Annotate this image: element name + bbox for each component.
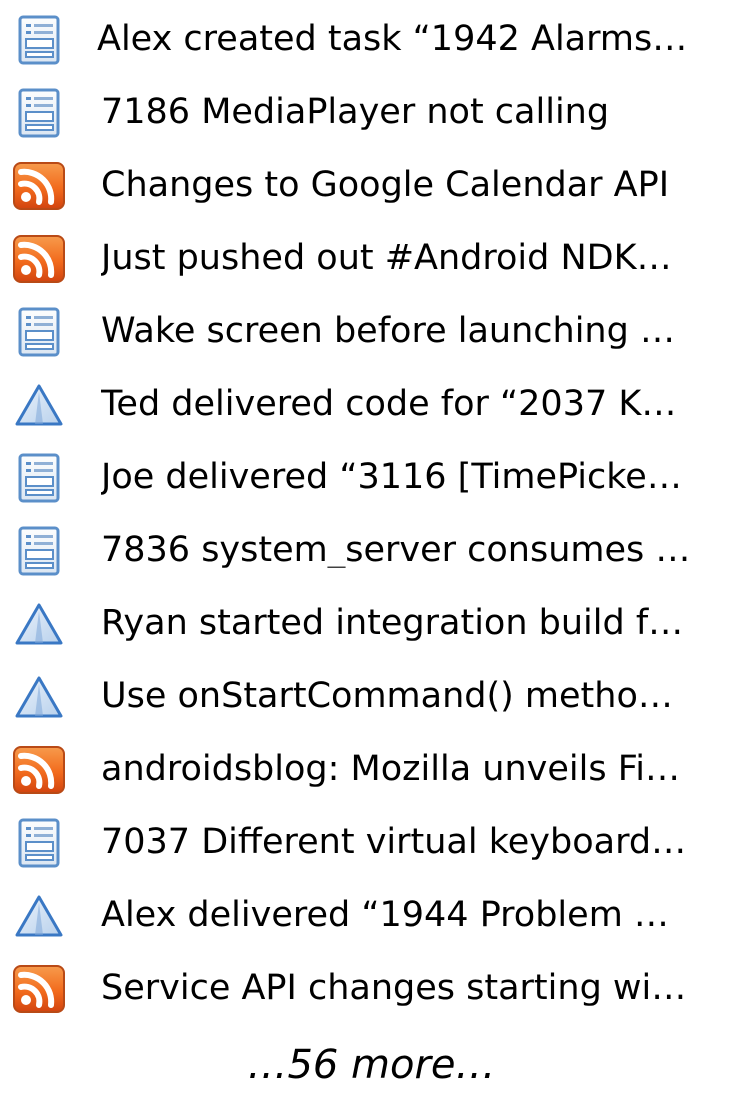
feed-item-label: Use onStartCommand() metho… bbox=[101, 678, 673, 714]
feed-item[interactable]: Just pushed out #Android NDK… bbox=[0, 222, 743, 295]
delivery-triangle-icon bbox=[9, 375, 69, 435]
feed-item[interactable]: 7037 Different virtual keyboard… bbox=[0, 806, 743, 879]
feed-item-label: androidsblog: Mozilla unveils Fi… bbox=[101, 751, 681, 787]
rss-feed-icon bbox=[9, 229, 69, 289]
feed-item[interactable]: Joe delivered “3116 [TimePicke… bbox=[0, 441, 743, 514]
task-form-icon bbox=[9, 448, 69, 508]
feed-item[interactable]: Use onStartCommand() metho… bbox=[0, 660, 743, 733]
feed-item-label: Ryan started integration build f… bbox=[101, 605, 684, 641]
feed-item[interactable]: Wake screen before launching … bbox=[0, 295, 743, 368]
delivery-triangle-icon bbox=[9, 886, 69, 946]
feed-item[interactable]: Alex created task “1942 Alarms… bbox=[0, 3, 743, 76]
rss-feed-icon bbox=[9, 156, 69, 216]
show-more-link[interactable]: …56 more… bbox=[0, 1045, 743, 1085]
feed-item-label: Alex delivered “1944 Problem … bbox=[101, 897, 669, 933]
rss-feed-icon bbox=[9, 959, 69, 1019]
feed-item-label: Just pushed out #Android NDK… bbox=[101, 240, 672, 276]
delivery-triangle-icon bbox=[9, 667, 69, 727]
task-form-icon bbox=[9, 521, 69, 581]
delivery-triangle-icon bbox=[9, 594, 69, 654]
feed-item-label: Ted delivered code for “2037 K… bbox=[101, 386, 677, 422]
task-form-icon bbox=[9, 813, 69, 873]
feed-item-label: 7836 system_server consumes … bbox=[101, 532, 691, 568]
feed-item[interactable]: androidsblog: Mozilla unveils Fi… bbox=[0, 733, 743, 806]
task-form-icon bbox=[9, 83, 69, 143]
task-form-icon bbox=[9, 302, 69, 362]
feed-item[interactable]: Ryan started integration build f… bbox=[0, 587, 743, 660]
feed-item[interactable]: 7836 system_server consumes … bbox=[0, 514, 743, 587]
feed-item-label: 7037 Different virtual keyboard… bbox=[101, 824, 687, 860]
feed-item-label: Alex created task “1942 Alarms… bbox=[97, 21, 688, 57]
rss-feed-icon bbox=[9, 740, 69, 800]
feed-item-label: Service API changes starting wi… bbox=[101, 970, 687, 1006]
feed-item-label: Changes to Google Calendar API bbox=[101, 167, 670, 203]
feed-item[interactable]: Ted delivered code for “2037 K… bbox=[0, 368, 743, 441]
feed-item-label: 7186 MediaPlayer not calling bbox=[101, 94, 610, 130]
task-form-icon bbox=[9, 10, 69, 70]
feed-item-label: Joe delivered “3116 [TimePicke… bbox=[101, 459, 682, 495]
feed-item[interactable]: Changes to Google Calendar API bbox=[0, 149, 743, 222]
feed-item-label: Wake screen before launching … bbox=[101, 313, 675, 349]
feed-item[interactable]: Service API changes starting wi… bbox=[0, 952, 743, 1025]
feed-item[interactable]: Alex delivered “1944 Problem … bbox=[0, 879, 743, 952]
feed-item[interactable]: 7186 MediaPlayer not calling bbox=[0, 76, 743, 149]
